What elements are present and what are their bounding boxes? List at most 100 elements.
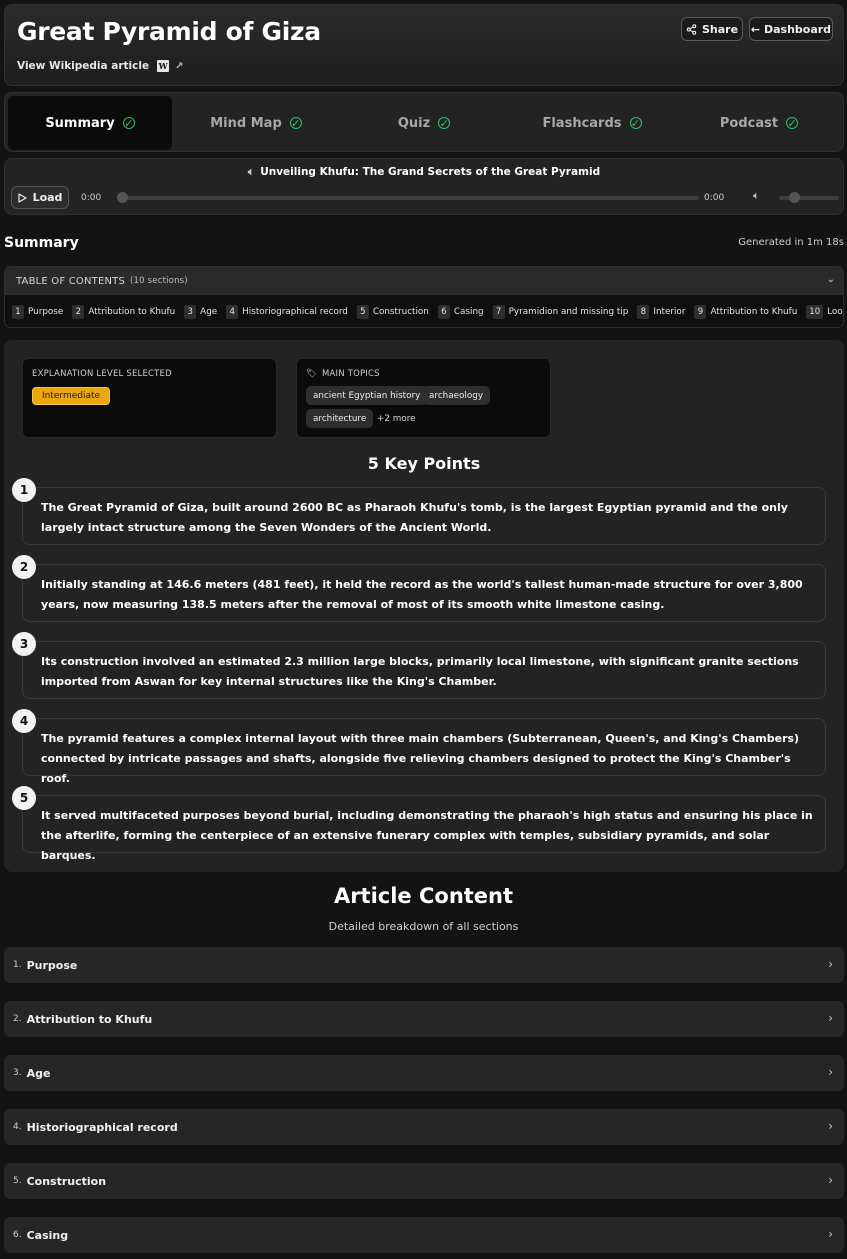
key-point-text: Its construction involved an estimated 2… [41,655,799,688]
section-accordion-purpose[interactable]: 1. Purpose › [4,947,844,983]
tab-quiz[interactable]: Quiz ✓ [340,96,508,150]
key-point-number: 5 [12,786,36,810]
key-point-text: The Great Pyramid of Giza, built around … [41,501,788,534]
tab-mind-map[interactable]: Mind Map ✓ [172,96,340,150]
toc-item-number: 2 [72,304,85,319]
level-badge: Intermediate [32,387,111,405]
wikipedia-link-label: View Wikipedia article [17,60,150,72]
toc-item[interactable]: 5 Construction [356,304,429,319]
tab-flashcards[interactable]: Flashcards ✓ [508,96,676,150]
share-icon [686,23,697,35]
key-points-title: 5 Key Points [367,454,481,473]
toc-item-number: 1 [12,304,24,319]
key-point-text: The pyramid features a complex internal … [41,732,800,785]
section-number: 1. [13,960,22,970]
toc-item[interactable]: 1 Purpose [12,304,64,319]
table-of-contents: TABLE OF CONTENTS (10 sections) ⌄ 1 Purpo… [4,266,844,328]
toc-item-number: 4 [226,304,239,319]
progress-handle[interactable] [117,192,128,203]
chevron-right-icon: › [828,1065,833,1079]
section-number: 6. [13,1230,22,1240]
progress-track[interactable] [119,196,699,200]
volume-handle[interactable] [789,192,800,203]
key-point-number: 2 [12,555,36,579]
toc-item[interactable]: 3 Age [184,304,218,319]
volume-icon[interactable]: 🔈︎ [753,189,760,203]
article-content-subtitle: Detailed breakdown of all sections [328,920,519,933]
topic-chip: architecture [306,409,374,428]
wikipedia-link[interactable]: View Wikipedia article W ↗ [17,60,184,72]
dashboard-button[interactable]: ← Dashboard [749,17,833,41]
toc-item[interactable]: 7 Pyramidion and missing tip [492,304,629,319]
check-circle-icon: ✓ [786,116,799,130]
section-label: Historiographical record [26,1120,178,1134]
summary-heading: Summary [4,235,79,251]
toc-item-label: Age [200,306,218,317]
share-button[interactable]: Share [681,17,743,41]
play-icon [17,192,27,203]
section-number: 2. [13,1014,22,1024]
toc-item-number: 10 [806,304,824,319]
key-point-number: 3 [12,632,36,656]
article-content-title: Article Content [333,884,514,908]
section-number: 5. [13,1176,22,1186]
section-accordion-casing[interactable]: 6. Casing › [4,1217,844,1253]
page-header: Great Pyramid of Giza View Wikipedia art… [4,4,844,86]
toc-item[interactable]: 4 Historiographical record [226,304,348,319]
toc-item-label: Attribution to Khufu [88,306,176,317]
toc-item-label: Pyramidion and missing tip [508,306,629,317]
toc-item-label: Historiographical record [242,306,348,317]
check-circle-icon: ✓ [122,116,135,130]
section-label: Casing [26,1228,69,1242]
key-point-text: It served multifaceted purposes beyond b… [41,809,813,862]
section-label: Purpose [26,958,78,972]
more-topics[interactable]: +2 more [370,409,423,428]
key-point-card: The pyramid features a complex internal … [22,718,826,785]
key-point-card: Initially standing at 146.6 meters (481 … [22,564,826,622]
section-label: Construction [26,1174,107,1188]
volume-track[interactable] [779,196,839,200]
wikipedia-icon: W [157,60,170,72]
load-label: Load [32,191,63,204]
chevron-right-icon: › [828,957,833,971]
check-circle-icon: ✓ [289,116,302,130]
toc-item-label: Casing [453,306,484,317]
tab-summary[interactable]: Summary ✓ [8,96,172,150]
podcast-title: Unveiling Khufu: The Grand Secrets of th… [260,166,601,178]
toc-items: 1 Purpose 2 Attribution to Khufu 3 Age 4 His… [5,295,843,327]
tab-flashcards-label: Flashcards [542,115,622,131]
key-point-number: 1 [12,478,36,502]
generated-time: Generated in 1m 18s [738,237,844,248]
toc-item[interactable]: 9 Attribution to Khufu [694,304,797,319]
section-number: 3. [13,1068,22,1078]
podcast-title-row: 🔈︎ Unveiling Khufu: The Grand Secrets of … [5,166,843,179]
toc-item-number: 6 [437,304,450,319]
toc-item[interactable]: 6 Casing [437,304,484,319]
chevron-down-icon[interactable]: ⌄ [827,274,835,285]
tab-mind-map-label: Mind Map [210,115,282,131]
tab-podcast[interactable]: Podcast ✓ [676,96,842,150]
tab-bar: Summary ✓ Mind Map ✓ Quiz ✓ Flashcards ✓… [4,92,844,152]
toc-item-label: Purpose [28,306,64,317]
toc-item[interactable]: 10Looting [806,304,843,319]
explanation-level-card: EXPLANATION LEVEL SELECTED Intermediate [22,358,277,438]
section-accordion-age[interactable]: 3. Age › [4,1055,844,1091]
chevron-right-icon: › [828,1173,833,1187]
toc-item-number: 7 [492,304,505,319]
topic-chip: ancient Egyptian history [306,386,428,405]
chevron-right-icon: › [828,1227,833,1241]
toc-item[interactable]: 2 Attribution to Khufu [72,304,176,319]
toc-header[interactable]: TABLE OF CONTENTS (10 sections) [5,267,843,295]
section-label: Age [26,1066,51,1080]
tab-quiz-label: Quiz [397,115,431,131]
toc-item[interactable]: 8 Interior [637,304,685,319]
key-point-card: It served multifaceted purposes beyond b… [22,795,826,862]
speaker-icon: 🔈︎ [247,166,255,178]
toc-item-number: 5 [356,304,369,319]
tab-podcast-label: Podcast [719,115,779,131]
section-accordion-construction[interactable]: 5. Construction › [4,1163,844,1199]
section-accordion-historiographical[interactable]: 4. Historiographical record › [4,1109,844,1145]
toc-item-label: Looting [827,306,843,317]
section-accordion-attribution[interactable]: 2. Attribution to Khufu › [4,1001,844,1037]
load-button[interactable]: Load [11,186,69,209]
